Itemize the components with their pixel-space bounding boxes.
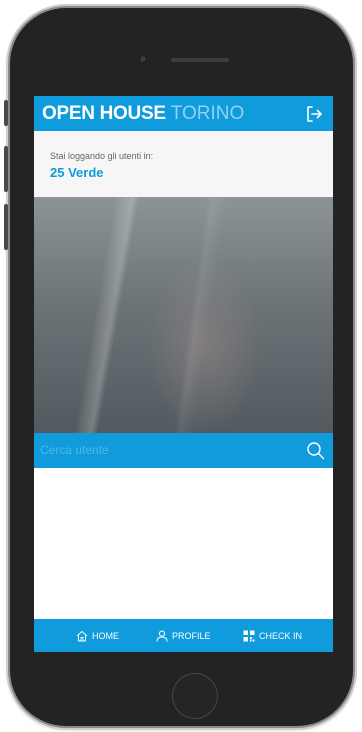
brand-name: OPEN HOUSE bbox=[42, 103, 166, 124]
app-screen: OPEN HOUSE TORINO Stai loggando gli uten… bbox=[34, 96, 333, 652]
front-camera bbox=[140, 56, 146, 62]
nav-item-profile[interactable]: PROFILE bbox=[156, 619, 211, 652]
profile-icon bbox=[156, 630, 168, 642]
search-bar bbox=[34, 433, 333, 468]
nav-item-check-in[interactable]: CHECK IN bbox=[243, 619, 302, 652]
bottom-navigation: HOME PROFILE CHECK IN bbox=[34, 619, 333, 652]
search-input[interactable] bbox=[40, 440, 290, 460]
app-header: OPEN HOUSE TORINO bbox=[34, 96, 333, 131]
brand-city: TORINO bbox=[170, 103, 245, 124]
earpiece-speaker bbox=[171, 58, 229, 62]
logging-location-value: 25 Verde bbox=[50, 165, 104, 180]
volume-down-button bbox=[4, 204, 8, 250]
nav-item-check-in-label: CHECK IN bbox=[259, 630, 303, 641]
logging-location-panel: Stai loggando gli utenti in: 25 Verde bbox=[34, 131, 333, 197]
qr-camera-preview bbox=[34, 197, 333, 433]
volume-up-button bbox=[4, 146, 8, 192]
logging-label: Stai loggando gli utenti in: bbox=[50, 151, 154, 161]
nav-item-profile-label: PROFILE bbox=[172, 630, 211, 641]
nav-item-home-label: HOME bbox=[92, 630, 119, 641]
logout-icon[interactable] bbox=[305, 105, 323, 123]
qr-code-icon bbox=[243, 630, 255, 641]
mute-switch bbox=[4, 100, 8, 126]
home-button[interactable] bbox=[172, 673, 218, 719]
brand-logo: OPEN HOUSE TORINO bbox=[42, 103, 244, 125]
nav-item-home[interactable]: HOME bbox=[76, 619, 119, 652]
search-icon[interactable] bbox=[306, 441, 325, 460]
home-icon bbox=[76, 630, 88, 641]
